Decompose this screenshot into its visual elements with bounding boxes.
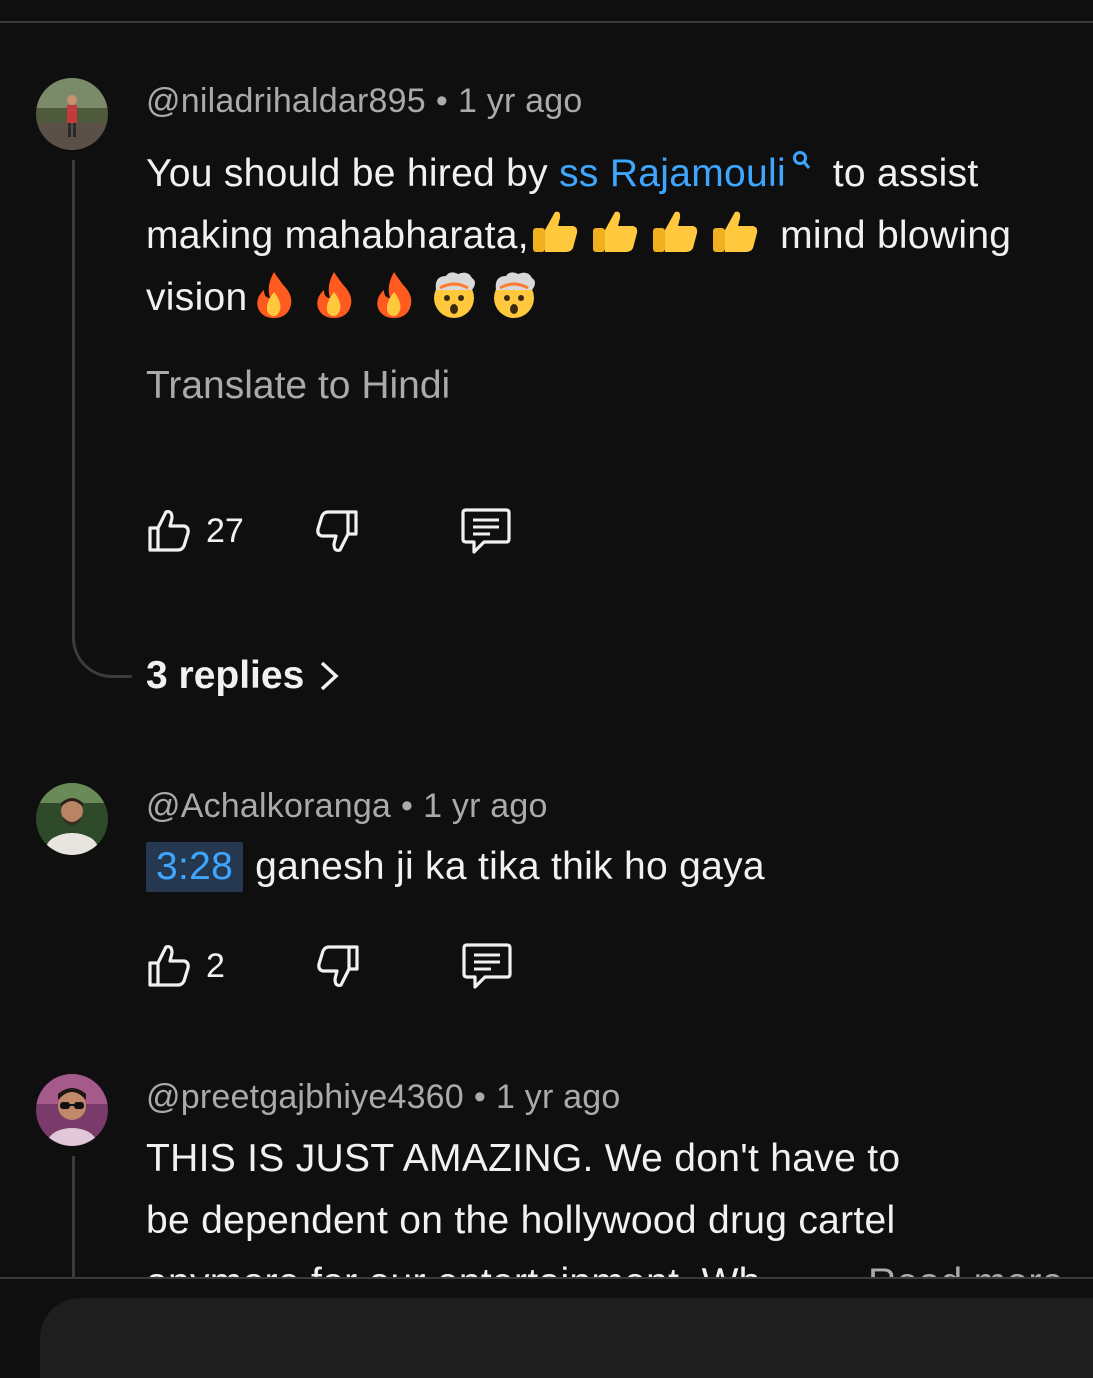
read-more-wrap: Read more [868, 1252, 1093, 1277]
thread-curve [72, 638, 132, 678]
author-handle[interactable]: @Achalkoranga [146, 787, 391, 825]
thumbs-up-emoji-icon [589, 206, 641, 258]
avatar[interactable] [36, 783, 108, 855]
thumbs-up-emoji-icon [709, 206, 761, 258]
thumbs-down-icon [317, 945, 359, 987]
thumbs-up-emoji-icon [649, 206, 701, 258]
comment-time: 1 yr ago [457, 82, 583, 120]
dislike-button[interactable] [315, 943, 361, 989]
reply-button[interactable] [461, 941, 513, 991]
author-handle[interactable]: @niladrihaldar895 [146, 82, 426, 120]
dislike-button[interactable] [314, 508, 360, 554]
comment-input-bar[interactable] [40, 1298, 1093, 1378]
thread-line [72, 1156, 75, 1277]
comment-text-part: THIS IS JUST AMAZING. We don't have to b… [146, 1137, 901, 1277]
bottom-divider [0, 1277, 1093, 1279]
thumbs-up-icon [148, 510, 190, 552]
author-handle[interactable]: @preetgajbhiye4360 [146, 1078, 464, 1116]
fire-emoji-icon [308, 268, 360, 320]
thread-line [72, 160, 75, 640]
replies-button[interactable]: 3 replies [146, 654, 340, 698]
comment-text-part: ganesh ji ka tika thik ho gaya [255, 845, 765, 888]
comment-text: THIS IS JUST AMAZING. We don't have to b… [146, 1128, 943, 1277]
chevron-right-icon [321, 661, 339, 691]
translate-link[interactable]: Translate to Hindi [146, 364, 450, 408]
comment-time: 1 yr ago [496, 1078, 621, 1116]
thumbs-down-icon [316, 510, 358, 552]
like-count: 27 [206, 511, 244, 550]
separator-dot: • [473, 1078, 487, 1116]
fire-emoji-icon [368, 268, 420, 320]
comment-actions: 2 [146, 941, 513, 991]
like-button[interactable]: 27 [146, 508, 244, 554]
replies-label: 3 replies [146, 654, 305, 697]
like-count: 2 [206, 946, 225, 985]
comment-icon [462, 943, 512, 989]
read-more-link[interactable]: Read more [868, 1261, 1064, 1277]
thumbs-up-icon [148, 945, 190, 987]
reply-button[interactable] [460, 506, 512, 556]
search-small-icon[interactable] [786, 151, 819, 177]
search-link[interactable]: ss Rajamouli [559, 152, 786, 195]
comment-meta: @preetgajbhiye4360 • 1 yr ago [146, 1078, 620, 1117]
comment-actions: 27 [146, 506, 512, 556]
comment-icon [461, 508, 511, 554]
avatar[interactable] [36, 1074, 108, 1146]
comment-meta: @niladrihaldar895 • 1 yr ago [146, 82, 582, 121]
timestamp-link[interactable]: 3:28 [146, 842, 244, 892]
comment-meta: @Achalkoranga • 1 yr ago [146, 787, 548, 826]
separator-dot: • [401, 787, 414, 825]
avatar[interactable] [36, 78, 108, 150]
comment-time: 1 yr ago [423, 787, 548, 825]
like-button[interactable]: 2 [146, 943, 225, 989]
exploding-head-emoji-icon [488, 268, 540, 320]
thumbs-up-emoji-icon [529, 206, 581, 258]
comment-text: 3:28 ganesh ji ka tika thik ho gaya [146, 836, 1073, 898]
fire-emoji-icon [248, 268, 300, 320]
comment-text-part: You should be hired by [146, 152, 560, 195]
exploding-head-emoji-icon [428, 268, 480, 320]
separator-dot: • [435, 82, 448, 120]
comment-text: You should be hired by ss Rajamouli to a… [146, 134, 1073, 329]
top-divider [0, 21, 1093, 23]
